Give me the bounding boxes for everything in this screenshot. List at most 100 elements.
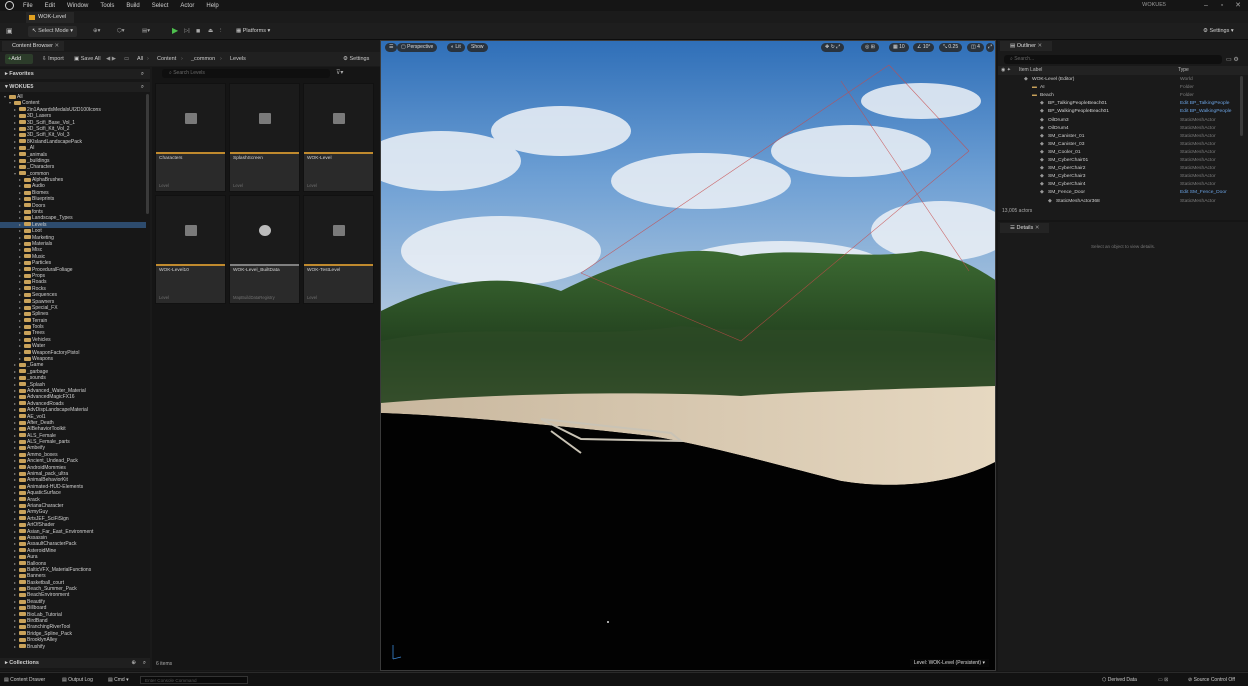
step-icon[interactable]: ▷| — [184, 26, 190, 37]
content-drawer-button[interactable]: ▤ Content Drawer — [4, 676, 45, 685]
minimize-icon[interactable]: – — [1200, 1, 1212, 10]
asset-tile[interactable]: SplashScreen Level — [229, 83, 300, 192]
output-log-button[interactable]: ▤ Output Log — [62, 676, 93, 685]
import-button[interactable]: ⇩ Import — [42, 54, 64, 64]
collections-search-icon[interactable]: ⌕ — [143, 658, 146, 668]
unreal-logo-icon[interactable] — [4, 0, 15, 11]
asset-tile[interactable]: WOK-Level Level — [303, 83, 374, 192]
notifications-icon[interactable]: ▭ ⊠ — [1158, 676, 1168, 685]
favorites-header[interactable]: ▸ Favorites ⌕ — [0, 69, 150, 79]
outliner-folder-icon[interactable]: ▭ ⚙ — [1226, 56, 1239, 63]
maximize-viewport-icon[interactable]: ⤢ — [986, 43, 995, 52]
outliner-row[interactable]: ▬ Beach Folder — [998, 92, 1248, 100]
outliner-search-input[interactable]: ⌕ Search... — [1004, 55, 1222, 64]
source-control-button[interactable]: ⊘ Source Control Off — [1188, 676, 1235, 685]
edit-blueprint-link[interactable]: Edit BP_TalkingPeople — [1180, 100, 1229, 108]
asset-tile[interactable]: WOK-Level_BuiltData MapBuildDataRegistry — [229, 195, 300, 304]
close-icon[interactable]: ✕ — [1232, 1, 1244, 10]
scale-snap-button[interactable]: ⤡ 0.25 — [939, 43, 963, 52]
search-levels-input[interactable]: ⌕ Search Levels — [162, 69, 330, 78]
current-level-label[interactable]: Level: WOK-Level (Persistent) ▾ — [909, 659, 989, 667]
outliner-scrollbar[interactable] — [1240, 76, 1243, 136]
outliner-row[interactable]: ◆ OilDrum3 StaticMeshActor — [998, 117, 1248, 125]
more-options-icon[interactable]: ⋮ — [218, 26, 224, 37]
outliner-row[interactable]: ◆ OilDrum4 StaticMeshActor — [998, 125, 1248, 133]
tab-close-icon[interactable]: ✕ — [1038, 43, 1043, 49]
collections-header[interactable]: ▸ Collections ⊕ ⌕ — [0, 658, 150, 668]
rotation-snap-button[interactable]: ∠ 10° — [913, 43, 935, 52]
folder-tree-item[interactable]: ▸ Brushify — [0, 644, 146, 650]
tab-close-icon[interactable]: ✕ — [55, 43, 60, 49]
edit-blueprint-link[interactable]: Edit BP_WalkingPeople — [1180, 108, 1231, 116]
col-type[interactable]: Type — [1178, 66, 1189, 75]
history-back-icon[interactable]: ◀ ▶ — [106, 54, 116, 64]
outliner-row[interactable]: ◆ SM_CyberChair01 StaticMeshActor — [998, 157, 1248, 165]
tree-scrollbar[interactable] — [146, 94, 149, 214]
outliner-row[interactable]: ◆ SM_CyberChair2 StaticMeshActor — [998, 165, 1248, 173]
outliner-row[interactable]: ◆ BP_WalkingPeopleBeach01 Edit BP_WalkingP… — [998, 108, 1248, 116]
grid-snap-button[interactable]: ▦ 10 — [889, 43, 909, 52]
menu-actor[interactable]: Actor — [180, 3, 194, 9]
world-local-icon[interactable]: ◎ ⊞ — [861, 43, 879, 52]
perspective-button[interactable]: ▢ Perspective — [397, 43, 438, 52]
visibility-eye-icon[interactable]: ◉ ✦ — [1001, 66, 1011, 75]
favorites-search-icon[interactable]: ⌕ — [141, 69, 144, 79]
breadcrumb-levels[interactable]: Levels — [230, 54, 246, 64]
maximize-icon[interactable]: ▫ — [1216, 1, 1228, 10]
menu-tools[interactable]: Tools — [100, 3, 114, 9]
eject-icon[interactable]: ⏏ — [208, 26, 213, 37]
platforms-button[interactable]: ▦ Platforms ▾ — [236, 26, 270, 37]
filter-icon[interactable]: ⊽▾ — [336, 69, 343, 76]
project-header[interactable]: ▾ WOKUE5 ⌕ — [0, 82, 150, 92]
sequencer-icon[interactable]: ▤▾ — [142, 26, 150, 37]
col-item-label[interactable]: Item Label — [1019, 66, 1042, 75]
translate-tool-icon[interactable]: ✥ ↻ ⤢ — [821, 43, 845, 52]
stop-icon[interactable]: ■ — [196, 26, 200, 37]
outliner-row[interactable]: ◆ SM_Cooler_01 StaticMeshActor — [998, 149, 1248, 157]
settings-button[interactable]: ⚙ Settings ▾ — [1203, 26, 1234, 37]
outliner-row[interactable]: ◆ StaticMeshActor368 StaticMeshActor — [998, 198, 1248, 206]
menu-window[interactable]: Window — [67, 3, 88, 9]
menu-select[interactable]: Select — [152, 3, 169, 9]
details-tab[interactable]: ☰ Details ✕ — [1000, 223, 1050, 233]
menu-edit[interactable]: Edit — [45, 3, 55, 9]
project-search-icon[interactable]: ⌕ — [141, 82, 144, 92]
show-button[interactable]: Show — [467, 43, 488, 52]
outliner-row[interactable]: ◆ WOK-Level (Editor) World — [998, 76, 1248, 84]
asset-tile[interactable]: Characters Level — [155, 83, 226, 192]
add-button[interactable]: +Add — [5, 54, 33, 64]
play-icon[interactable]: ▶ — [172, 25, 178, 36]
asset-tile[interactable]: WOK-Level10 Level — [155, 195, 226, 304]
outliner-row[interactable]: ◆ SM_CyberChair4 StaticMeshActor — [998, 181, 1248, 189]
breadcrumb-all[interactable]: All — [137, 54, 143, 64]
tab-close-icon[interactable]: ✕ — [1035, 225, 1040, 231]
menu-file[interactable]: File — [23, 3, 33, 9]
outliner-row[interactable]: ▬ AI Folder — [998, 84, 1248, 92]
derived-data-button[interactable]: ⬡ Derived Data — [1102, 676, 1137, 685]
save-all-button[interactable]: ▣ Save All — [74, 54, 101, 64]
outliner-row[interactable]: ◆ SM_CyberChair3 StaticMeshActor — [998, 173, 1248, 181]
outliner-row[interactable]: ◆ SM_Canister_03 StaticMeshActor — [998, 141, 1248, 149]
level-viewport[interactable]: ☰ ▢ Perspective ◐ Lit Show ✥ ↻ ⤢ ◎ ⊞ ▦ 1… — [380, 40, 996, 671]
outliner-row[interactable]: ◆ BP_TalkingPeopleBeach01 Edit BP_TalkingP… — [998, 100, 1248, 108]
edit-blueprint-link[interactable]: Edit SM_Fence_Door — [1180, 189, 1227, 197]
breadcrumb-common[interactable]: _common — [191, 54, 215, 64]
outliner-row[interactable]: ◆ SM_Canister_01 StaticMeshActor — [998, 133, 1248, 141]
asset-tile[interactable]: WOK-TestLevel Level — [303, 195, 374, 304]
camera-speed-button[interactable]: ◫ 4 — [967, 43, 984, 52]
save-icon[interactable]: ▣ — [6, 26, 13, 37]
cmd-dropdown[interactable]: ▤ Cmd ▾ — [108, 676, 129, 685]
breadcrumb-content[interactable]: Content — [157, 54, 176, 64]
scene-render[interactable] — [381, 41, 996, 671]
select-mode-dropdown[interactable]: ↖ Select Mode ▾ — [28, 26, 78, 37]
viewport-menu-icon[interactable]: ☰ — [385, 43, 398, 52]
outliner-tab[interactable]: ▤ Outliner ✕ — [1000, 41, 1053, 51]
outliner-row[interactable]: ◆ SM_Fence_Door Edit SM_Fence_Door — [998, 189, 1248, 197]
menu-help[interactable]: Help — [206, 3, 218, 9]
console-input[interactable]: Enter Console Command — [140, 676, 248, 684]
lit-button[interactable]: ◐ Lit — [447, 43, 465, 52]
content-browser-tab[interactable]: Content Browser ✕ — [2, 41, 64, 51]
add-content-icon[interactable]: ⊕▾ — [93, 26, 100, 37]
cb-settings-button[interactable]: ⚙ Settings — [343, 54, 369, 64]
blueprint-icon[interactable]: ⬡▾ — [117, 26, 125, 37]
